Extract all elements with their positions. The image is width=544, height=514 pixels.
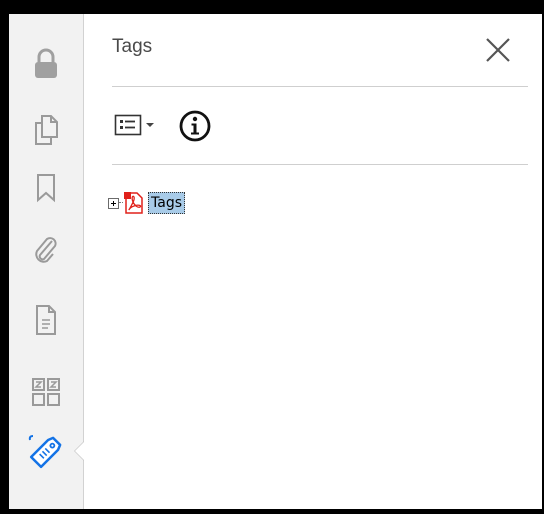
tree-root-label[interactable]: Tags [148,192,185,214]
close-icon [486,38,510,62]
document-icon [36,305,56,335]
active-pointer [75,442,84,460]
tag-icon [28,435,62,469]
bookmark-icon [37,174,55,203]
rail-attachments-button[interactable] [26,230,66,270]
chevron-down-icon [146,123,154,127]
options-menu-button[interactable] [114,111,156,139]
content-icon [32,378,60,406]
panel-title: Tags [112,36,153,57]
info-icon [179,110,211,142]
close-panel-button[interactable] [482,34,514,66]
expand-toggle[interactable] [108,197,119,209]
left-navigation-rail [9,14,84,509]
rail-bookmarks-button[interactable] [26,168,66,208]
tag-properties-button[interactable] [178,109,212,143]
tree-row-root[interactable]: Tags [108,190,185,216]
toolbar-divider [112,164,528,165]
title-divider [112,86,528,87]
rail-pages-button[interactable] [26,110,66,150]
options-icon [114,114,142,136]
rail-content-button[interactable] [26,372,66,412]
rail-document-button[interactable] [26,300,66,340]
rail-security-button[interactable] [26,44,66,84]
rail-tags-button[interactable] [26,432,66,472]
pdf-file-icon [124,192,143,214]
pages-icon [35,115,58,145]
lock-icon [35,48,57,78]
app-frame: Tags Tags [9,14,542,509]
attachment-icon [35,237,57,263]
tags-panel: Tags Tags [84,14,542,509]
